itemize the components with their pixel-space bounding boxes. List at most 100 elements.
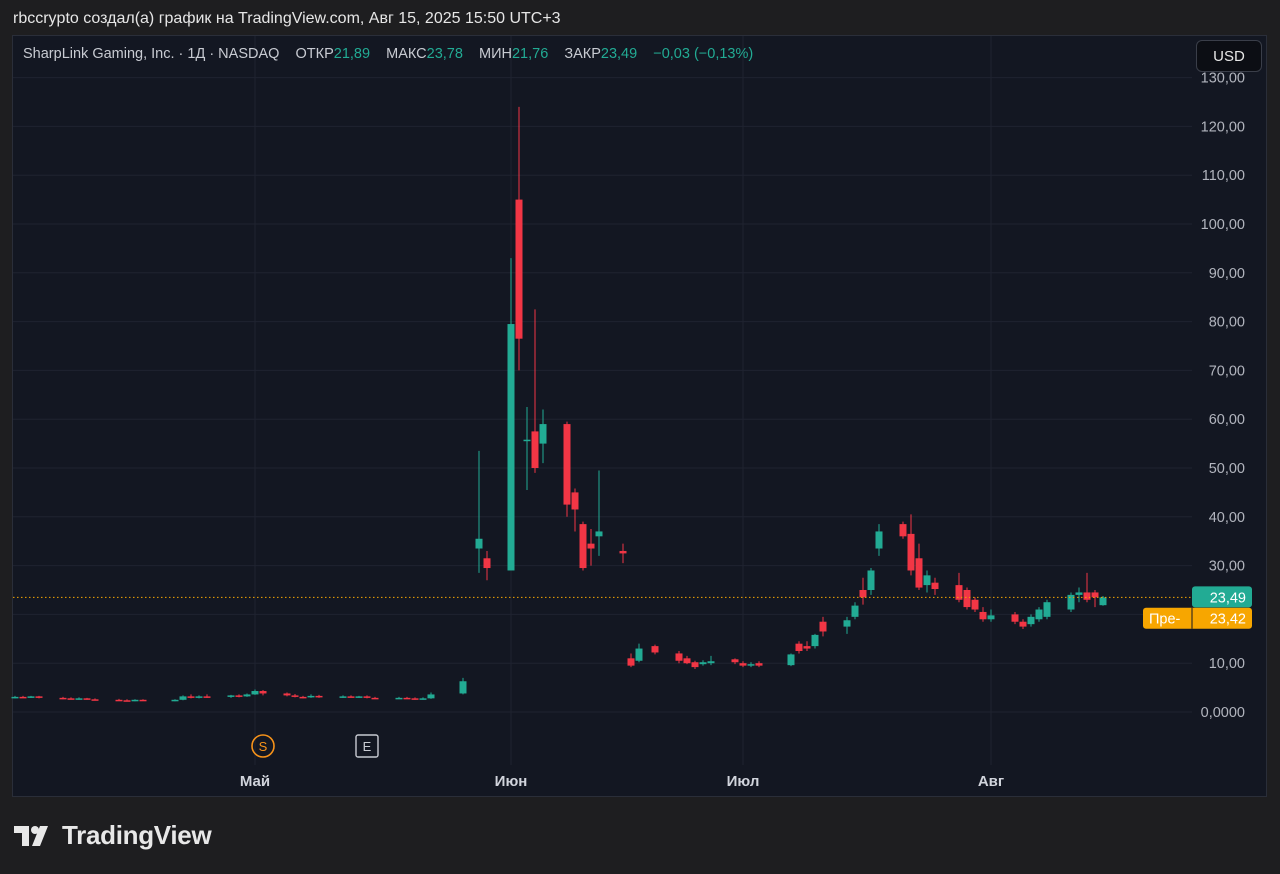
candle-body (819, 621, 827, 632)
candle-body (179, 696, 187, 700)
y-tick-label: 10,00 (1209, 656, 1245, 672)
high-value: 23,78 (426, 46, 463, 62)
candle (171, 699, 179, 702)
candle (427, 692, 435, 699)
candle (707, 655, 715, 666)
candle-body (91, 699, 99, 701)
candle (419, 697, 427, 700)
candle (83, 697, 91, 700)
candle (635, 643, 643, 663)
candle-body (731, 659, 739, 663)
pre-market-badge: Пре- 23,42 (1143, 607, 1252, 629)
candle-body (347, 696, 355, 698)
pre-market-label: Пре- (1149, 612, 1181, 628)
candle-body (795, 643, 803, 651)
candle (819, 616, 827, 637)
candle (91, 698, 99, 701)
last-price-badge: 23,49 (1192, 586, 1252, 608)
candle (1091, 590, 1099, 608)
candle (291, 693, 299, 698)
x-tick-label: Июл (727, 773, 760, 790)
candle (619, 543, 627, 564)
candle-body (987, 615, 995, 620)
candle-body (859, 590, 867, 598)
x-tick-label: Июн (495, 773, 528, 790)
currency-button[interactable]: USD (1196, 40, 1262, 72)
candle (1019, 619, 1027, 630)
candle-body (1035, 609, 1043, 620)
x-tick-label: Май (240, 773, 270, 790)
candle (651, 644, 659, 655)
candle-body (75, 698, 83, 700)
candle-body (19, 696, 27, 699)
candle (867, 568, 875, 595)
candle-body (1019, 621, 1027, 627)
candle (403, 696, 411, 700)
candles (11, 106, 1107, 702)
candle (843, 616, 851, 634)
candlestick-chart[interactable]: 23,49 Пре- 23,42 0,0000 10,00 30,00 40,00 50,0… (0, 0, 1280, 874)
candle (35, 695, 43, 699)
candle-body (27, 696, 35, 698)
candle-body (203, 696, 211, 698)
candle-body (971, 599, 979, 610)
candle (755, 661, 763, 668)
candle-body (195, 696, 203, 698)
tradingview-logo[interactable]: TradingView (14, 820, 212, 851)
candle-body (867, 570, 875, 590)
candle-body (35, 696, 43, 698)
candle (563, 421, 571, 517)
candle-body (691, 662, 699, 668)
y-tick-label: 110,00 (1202, 168, 1245, 184)
candle (315, 694, 323, 698)
candle-body (579, 524, 587, 569)
candle (851, 602, 859, 620)
candle-body (475, 538, 483, 549)
candle-body (979, 611, 987, 620)
candle-body (515, 199, 523, 339)
y-tick-label: 30,00 (1209, 559, 1245, 575)
tradingview-logo-icon (14, 825, 48, 846)
candle-body (123, 700, 131, 702)
candle (1075, 587, 1083, 603)
candle (539, 409, 547, 464)
candle-body (131, 699, 139, 702)
candle-body (587, 543, 595, 549)
candle-body (59, 697, 67, 700)
candle (355, 695, 363, 698)
candle-body (915, 558, 923, 588)
candle (339, 695, 347, 698)
candle (259, 690, 267, 696)
candle-body (1099, 597, 1107, 606)
y-tick-label: 90,00 (1209, 266, 1245, 282)
candle (115, 698, 123, 702)
candle-body (67, 698, 75, 700)
candle (739, 661, 747, 668)
candle (179, 695, 187, 701)
candle-body (187, 696, 195, 698)
candle (243, 693, 251, 697)
event-markers[interactable]: SE (251, 734, 379, 758)
candle-body (563, 424, 571, 505)
candle-body (923, 575, 931, 586)
candle-body (355, 696, 363, 698)
y-tick-label: 120,00 (1201, 119, 1245, 135)
candle (27, 695, 35, 698)
candle (411, 697, 419, 700)
candle-body (291, 695, 299, 697)
candle (507, 258, 515, 571)
earnings-event-icon[interactable]: E (355, 734, 379, 758)
candle-body (1083, 592, 1091, 600)
candle-body (619, 550, 627, 554)
candle-body (483, 558, 491, 569)
candle-body (419, 698, 427, 700)
candle-body (651, 646, 659, 653)
change-value: −0,03 (−0,13%) (653, 46, 754, 62)
candle (75, 697, 83, 700)
candle (203, 694, 211, 698)
candle-body (627, 658, 635, 666)
candle (787, 653, 795, 667)
candle (699, 660, 707, 666)
candle-body (403, 697, 411, 700)
candle (483, 550, 491, 581)
